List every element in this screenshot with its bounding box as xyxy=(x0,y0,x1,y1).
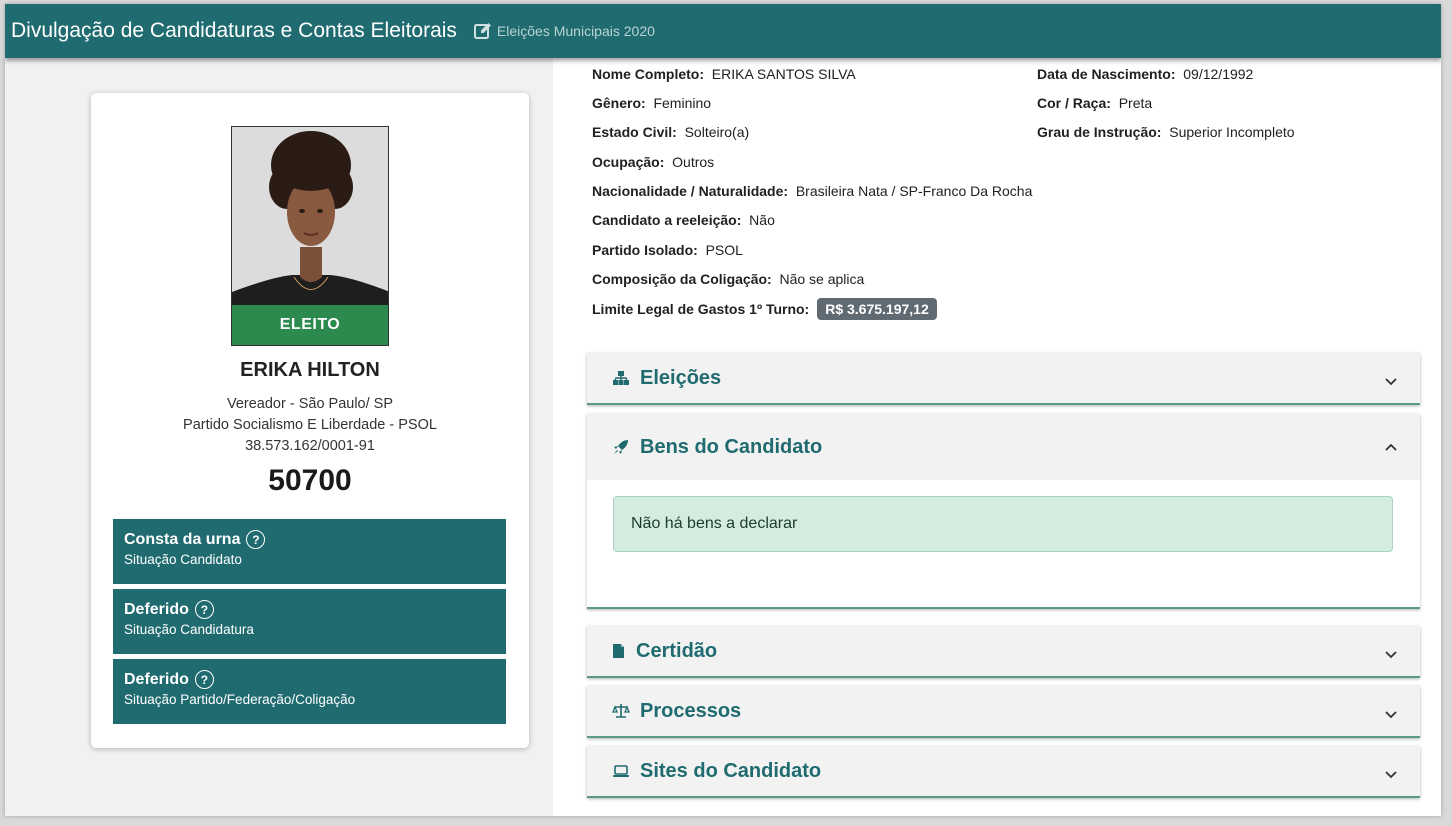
status-partido: Deferido? Situação Partido/Federação/Col… xyxy=(113,659,506,724)
accordion-label: Sites do Candidato xyxy=(640,759,822,782)
app-title: Divulgação de Candidaturas e Contas Elei… xyxy=(11,19,457,42)
candidate-name: ERIKA HILTON xyxy=(240,359,380,381)
status-candidatura: Deferido? Situação Candidatura xyxy=(113,589,506,654)
info-cor-raca: Cor / Raça: Preta xyxy=(1037,95,1153,111)
candidate-number: 50700 xyxy=(268,464,352,497)
status-subtitle: Situação Candidatura xyxy=(124,622,254,637)
chevron-down-icon xyxy=(1384,764,1398,779)
rocket-icon xyxy=(612,438,630,456)
accordion-header-certidao[interactable]: Certidão xyxy=(587,626,1420,676)
candidate-photo: ELEITO xyxy=(231,126,389,346)
election-subtitle[interactable]: Eleições Municipais 2020 xyxy=(497,23,655,39)
edit-icon[interactable] xyxy=(473,21,493,41)
info-data-nascimento: Data de Nascimento: 09/12/1992 xyxy=(1037,66,1254,82)
info-genero: Gênero: Feminino xyxy=(592,95,712,111)
candidate-party: Partido Socialismo E Liberdade - PSOL xyxy=(183,417,437,433)
info-limite-gastos: Limite Legal de Gastos 1º Turno: R$ 3.675… xyxy=(592,298,937,320)
accordion-header-processos[interactable]: Processos xyxy=(587,686,1420,736)
no-assets-alert: Não há bens a declarar xyxy=(613,496,1393,552)
elected-badge: ELEITO xyxy=(232,305,388,345)
chevron-down-icon xyxy=(1384,371,1398,386)
accordion-header-bens[interactable]: Bens do Candidato xyxy=(587,414,1420,480)
accordion-label: Processos xyxy=(640,699,742,722)
status-title: Deferido xyxy=(124,600,189,618)
chevron-down-icon xyxy=(1384,644,1398,659)
status-candidato: Consta da urna? Situação Candidato xyxy=(113,519,506,584)
info-nacionalidade: Nacionalidade / Naturalidade: Brasileira… xyxy=(592,183,1033,199)
file-icon xyxy=(612,642,626,660)
info-ocupacao: Ocupação: Outros xyxy=(592,154,715,170)
info-estado-civil: Estado Civil: Solteiro(a) xyxy=(592,124,750,140)
status-title: Consta da urna xyxy=(124,530,241,548)
candidate-card: ELEITO ERIKA HILTON Vereador - São Paulo… xyxy=(91,93,529,748)
info-partido-isolado: Partido Isolado: PSOL xyxy=(592,242,743,258)
accordion-header-sites[interactable]: Sites do Candidato xyxy=(587,746,1420,796)
status-subtitle: Situação Candidato xyxy=(124,552,242,567)
accordion-label: Bens do Candidato xyxy=(640,435,823,458)
app-window: Divulgação de Candidaturas e Contas Elei… xyxy=(5,4,1441,816)
balance-scale-icon xyxy=(612,702,630,720)
info-nome-completo: Nome Completo: ERIKA SANTOS SILVA xyxy=(592,66,856,82)
info-composicao: Composição da Coligação: Não se aplica xyxy=(592,271,865,287)
top-bar: Divulgação de Candidaturas e Contas Elei… xyxy=(5,4,1441,58)
accordion-certidao: Certidão xyxy=(587,626,1420,678)
chevron-down-icon xyxy=(1384,704,1398,719)
candidate-office: Vereador - São Paulo/ SP xyxy=(226,396,394,412)
status-subtitle: Situação Partido/Federação/Coligação xyxy=(124,692,356,707)
accordion-header-eleicoes[interactable]: Eleições xyxy=(587,353,1420,403)
help-icon[interactable]: ? xyxy=(194,670,214,689)
help-icon[interactable]: ? xyxy=(246,530,266,549)
accordion-sites: Sites do Candidato xyxy=(587,746,1420,798)
spending-limit-badge: R$ 3.675.197,12 xyxy=(817,298,937,320)
accordion-processos: Processos xyxy=(587,686,1420,738)
accordion-body-bens: Não há bens a declarar xyxy=(587,480,1420,607)
info-grau-instrucao: Grau de Instrução: Superior Incompleto xyxy=(1037,124,1295,140)
info-reeleicao: Candidato a reeleição: Não xyxy=(592,212,775,228)
accordion-label: Eleições xyxy=(640,366,722,389)
accordion-label: Certidão xyxy=(636,639,718,662)
chevron-up-icon xyxy=(1384,438,1398,452)
accordion-eleicoes: Eleições xyxy=(587,353,1420,405)
candidate-cnpj: 38.573.162/0001-91 xyxy=(245,438,375,454)
help-icon[interactable]: ? xyxy=(194,600,214,619)
accordion-bens: Bens do Candidato Não há bens a declarar xyxy=(587,414,1420,609)
sitemap-icon xyxy=(612,369,630,387)
laptop-icon xyxy=(612,762,630,780)
status-title: Deferido xyxy=(124,670,189,688)
